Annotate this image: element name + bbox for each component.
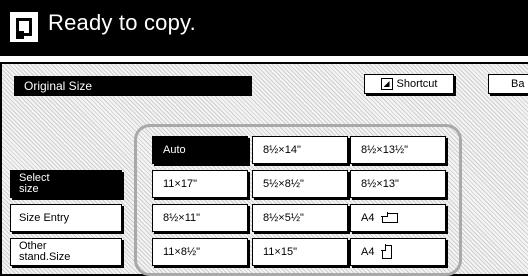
- shortcut-button[interactable]: Shortcut: [364, 74, 454, 94]
- size-a4-portrait-button[interactable]: A4: [350, 238, 446, 266]
- size-label: 11×8½": [163, 246, 201, 258]
- size-entry-button[interactable]: Size Entry: [10, 204, 122, 232]
- back-label: Ba: [511, 78, 525, 90]
- size-entry-label: Size Entry: [19, 211, 70, 224]
- size-label: 11×17": [163, 178, 197, 190]
- size-label: A4: [361, 212, 375, 224]
- size-5-5x8-5-button[interactable]: 5½×8½": [252, 170, 348, 198]
- select-size-label-2: size: [19, 183, 39, 195]
- status-bar: Ready to copy.: [0, 0, 528, 56]
- section-title: Original Size: [14, 76, 252, 96]
- original-size-panel: Original Size Shortcut Ba Select size Si…: [0, 62, 528, 276]
- size-8-5x13-5-button[interactable]: 8½×13½": [350, 136, 446, 164]
- size-label: 8½×13½": [361, 144, 409, 156]
- size-label: Auto: [163, 144, 186, 156]
- size-8-5x5-5-button[interactable]: 8½×5½": [252, 204, 348, 232]
- size-label: 8½×11": [163, 212, 201, 224]
- size-8-5x11-button[interactable]: 8½×11": [152, 204, 248, 232]
- size-auto-button[interactable]: Auto: [152, 136, 248, 164]
- size-8-5x13-button[interactable]: 8½×13": [350, 170, 446, 198]
- size-label: A4: [361, 246, 375, 258]
- other-stand-size-label-2: stand.Size: [19, 251, 71, 263]
- size-11x15-button[interactable]: 11×15": [252, 238, 348, 266]
- select-size-button[interactable]: Select size: [10, 170, 122, 198]
- status-message: Ready to copy.: [48, 10, 196, 35]
- back-button[interactable]: Ba: [488, 74, 528, 94]
- size-label: 5½×8½": [263, 178, 304, 190]
- shortcut-label: Shortcut: [396, 78, 438, 90]
- document-icon: [10, 12, 38, 42]
- size-a4-landscape-button[interactable]: A4: [350, 204, 446, 232]
- shortcut-icon: [380, 78, 393, 90]
- portrait-orientation-icon: [381, 244, 393, 259]
- size-label: 8½×14": [263, 144, 301, 156]
- size-label: 11×15": [263, 246, 297, 258]
- size-11x8-5-button[interactable]: 11×8½": [152, 238, 248, 266]
- size-label: 8½×13": [361, 178, 399, 190]
- landscape-orientation-icon: [381, 212, 399, 223]
- other-stand-size-button[interactable]: Other stand.Size: [10, 238, 122, 266]
- size-11x17-button[interactable]: 11×17": [152, 170, 248, 198]
- size-label: 8½×5½": [263, 212, 304, 224]
- size-8-5x14-button[interactable]: 8½×14": [252, 136, 348, 164]
